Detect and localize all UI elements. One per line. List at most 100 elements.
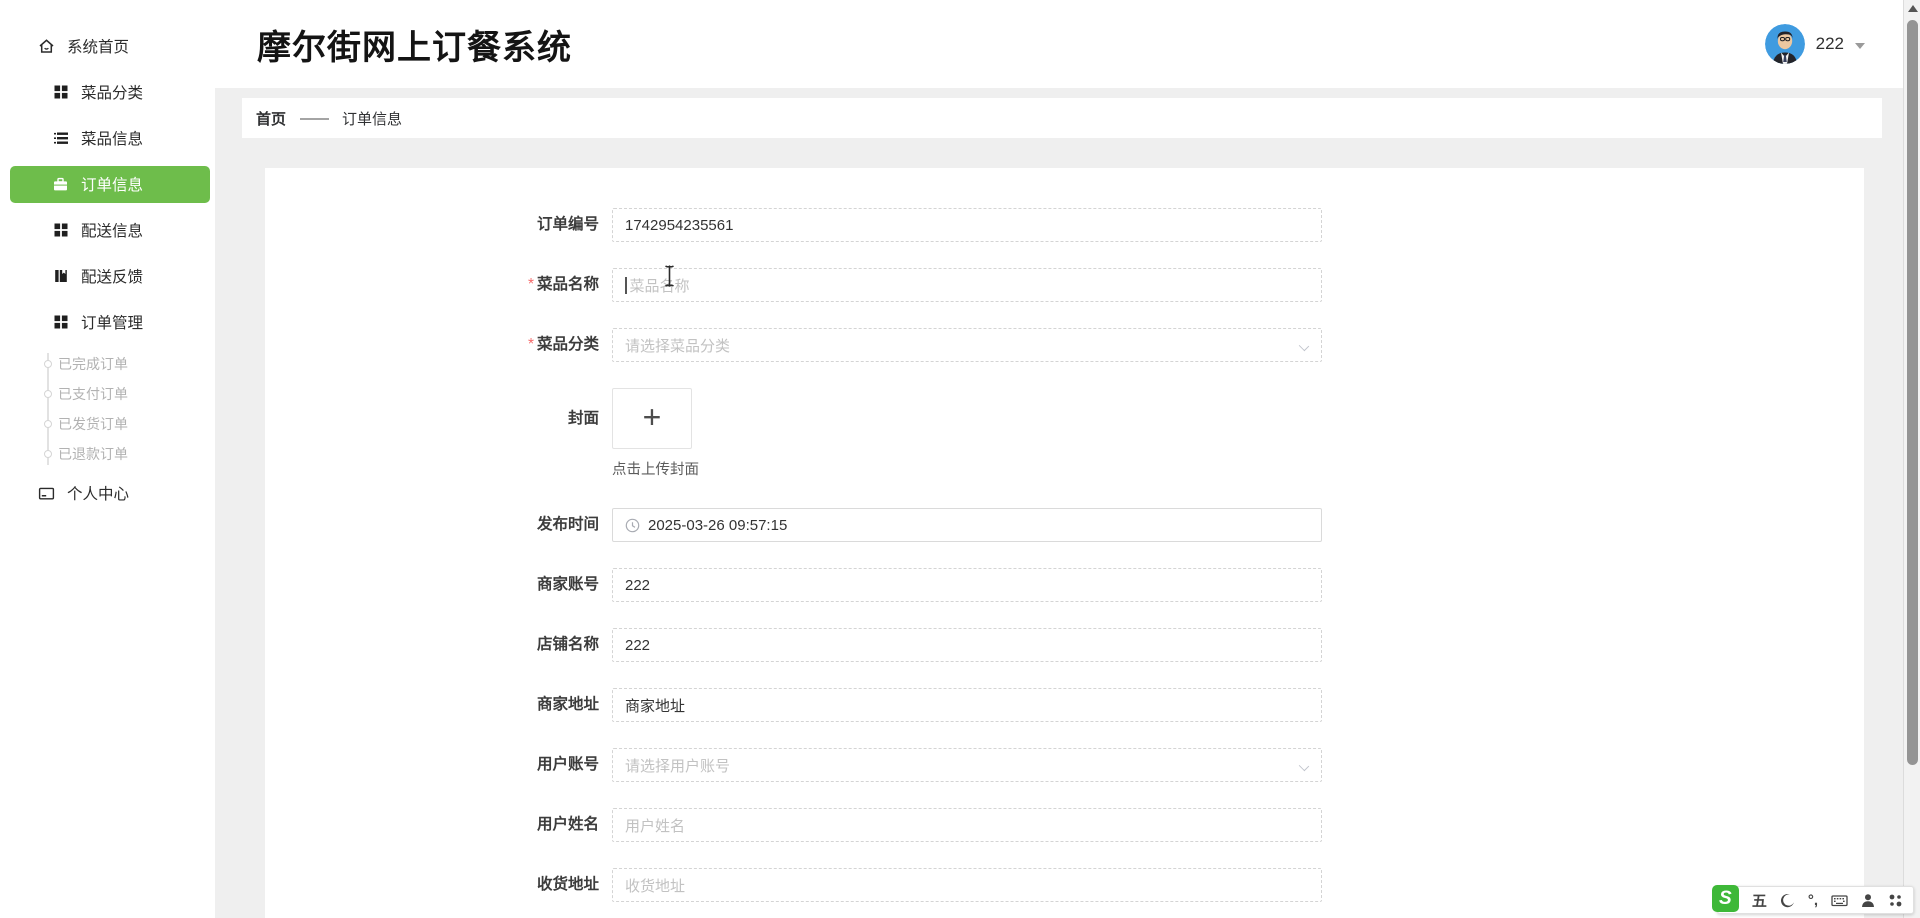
sidebar-item-dish-category[interactable]: 菜品分类 — [0, 69, 215, 115]
form-row-user-account: 用户账号 请选择用户账号 — [265, 748, 1864, 782]
text-caret — [625, 276, 627, 294]
scroll-up-arrow-icon[interactable] — [1907, 5, 1918, 12]
breadcrumb-current: 订单信息 — [342, 110, 403, 128]
form-row-merchant-account: 商家账号 222 — [265, 568, 1864, 602]
form-row-cover: 封面 + 点击上传封面 — [265, 388, 1864, 479]
vertical-scrollbar[interactable] — [1903, 0, 1920, 918]
user-name-input[interactable]: 用户姓名 — [612, 808, 1322, 842]
sidebar-item-label: 个人中心 — [67, 486, 130, 503]
form-row-shipping-address: 收货地址 收货地址 — [265, 868, 1864, 902]
field-label: 订单编号 — [536, 216, 599, 233]
merchant-address-input[interactable]: 商家地址 — [612, 688, 1322, 722]
form-row-dish-name: * 菜品名称 菜品名称 — [265, 265, 1864, 302]
shop-name-input[interactable]: 222 — [612, 628, 1322, 662]
user-account-select[interactable]: 请选择用户账号 — [612, 748, 1322, 782]
grid-icon — [52, 84, 69, 101]
briefcase-icon — [52, 176, 69, 193]
cover-upload-button[interactable]: + — [612, 388, 692, 449]
sidebar-item-personal-center[interactable]: 个人中心 — [0, 473, 215, 513]
person-icon[interactable] — [1861, 893, 1875, 908]
field-label: 发布时间 — [536, 516, 599, 533]
form-row-dish-category: * 菜品分类 请选择菜品分类 — [265, 328, 1864, 362]
scrollbar-thumb[interactable] — [1906, 20, 1918, 765]
list-icon — [52, 130, 69, 147]
field-label: 收货地址 — [536, 876, 599, 893]
home-icon — [38, 38, 55, 55]
dish-name-input[interactable]: 菜品名称 — [612, 265, 1322, 302]
field-label: 商家账号 — [536, 576, 599, 593]
publish-time-input[interactable]: 2025-03-26 09:57:15 — [612, 508, 1322, 542]
cover-upload-hint: 点击上传封面 — [612, 462, 699, 478]
sogou-logo-icon[interactable]: S — [1711, 885, 1739, 912]
user-account-placeholder: 请选择用户账号 — [625, 757, 731, 775]
field-label: * 菜品名称 — [527, 276, 599, 293]
dish-category-placeholder: 请选择菜品分类 — [625, 337, 731, 355]
merchant-account-input[interactable]: 222 — [612, 568, 1322, 602]
user-menu[interactable]: 222 — [1764, 24, 1865, 64]
sidebar-item-order-info[interactable]: 订单信息 — [10, 165, 210, 203]
sidebar-item-delivery-feedback[interactable]: 配送反馈 — [0, 253, 215, 299]
sidebar-item-order-manage[interactable]: 订单管理 — [0, 299, 215, 345]
sidebar-item-label: 菜品分类 — [81, 85, 144, 102]
user-name-placeholder: 用户姓名 — [625, 817, 686, 835]
field-label: 用户账号 — [536, 756, 599, 773]
moon-icon[interactable] — [1780, 893, 1795, 908]
chevron-down-icon — [1298, 340, 1310, 352]
sidebar-item-label: 配送反馈 — [81, 269, 144, 286]
field-label: * 菜品分类 — [527, 336, 599, 353]
shipping-address-placeholder: 收货地址 — [625, 877, 686, 895]
breadcrumb: 首页 —— 订单信息 — [242, 98, 1882, 138]
shipping-address-input[interactable]: 收货地址 — [612, 868, 1322, 902]
header: 摩尔街网上订餐系统 222 — [215, 0, 1903, 88]
sidebar-item-label: 系统首页 — [67, 39, 130, 56]
field-label: 封面 — [567, 410, 599, 427]
sidebar-item-system-home[interactable]: 系统首页 — [0, 23, 215, 69]
chevron-down-icon — [1855, 42, 1865, 49]
username-label: 222 — [1815, 34, 1844, 53]
card-icon — [38, 485, 55, 502]
sidebar-item-label: 订单信息 — [81, 177, 144, 194]
shop-name-value: 222 — [625, 636, 651, 654]
sidebar-subitem-paid-orders[interactable]: 已支付订单 — [44, 379, 215, 409]
form-row-shop-name: 店铺名称 222 — [265, 628, 1864, 662]
grid-icon — [52, 222, 69, 239]
sidebar-subitem-refunded-orders[interactable]: 已退款订单 — [44, 439, 215, 469]
order-no-value: 1742954235561 — [625, 216, 734, 234]
merchant-account-value: 222 — [625, 576, 651, 594]
sidebar-item-label: 配送信息 — [81, 223, 144, 240]
sidebar-item-delivery-info[interactable]: 配送信息 — [0, 207, 215, 253]
sidebar-item-label: 菜品信息 — [81, 131, 144, 148]
dish-category-select[interactable]: 请选择菜品分类 — [612, 328, 1322, 362]
book-icon — [52, 268, 69, 285]
chevron-down-icon — [1298, 760, 1310, 772]
order-manage-subnav: 已完成订单 已支付订单 已发货订单 已退款订单 — [44, 345, 215, 473]
field-label: 用户姓名 — [536, 816, 599, 833]
clock-icon — [625, 518, 640, 533]
avatar[interactable] — [1764, 24, 1805, 64]
merchant-address-value: 商家地址 — [625, 697, 686, 715]
sidebar-item-label: 订单管理 — [81, 315, 144, 332]
plus-icon: + — [642, 398, 662, 435]
breadcrumb-separator: —— — [300, 109, 329, 127]
apps-grid-icon[interactable] — [1888, 893, 1903, 908]
breadcrumb-home[interactable]: 首页 — [256, 108, 286, 129]
punctuation-icon[interactable]: °, — [1808, 892, 1818, 909]
field-label: 商家地址 — [536, 696, 599, 713]
sidebar-item-dish-info[interactable]: 菜品信息 — [0, 115, 215, 161]
ime-toolbar: S 五 °, — [1711, 885, 1914, 914]
ime-wubi-icon[interactable]: 五 — [1752, 890, 1767, 911]
dish-name-placeholder: 菜品名称 — [629, 277, 690, 295]
sidebar-subitem-shipped-orders[interactable]: 已发货订单 — [44, 409, 215, 439]
form-row-merchant-address: 商家地址 商家地址 — [265, 688, 1864, 722]
page-title: 摩尔街网上订餐系统 — [257, 28, 572, 67]
sidebar-subitem-completed-orders[interactable]: 已完成订单 — [44, 349, 215, 379]
form-row-publish-time: 发布时间 2025-03-26 09:57:15 — [265, 508, 1864, 542]
main-content: 首页 —— 订单信息 订单编号 1742954235561 * 菜品名称 菜品名称… — [215, 88, 1903, 918]
form-row-user-name: 用户姓名 用户姓名 — [265, 808, 1864, 842]
keyboard-icon[interactable] — [1831, 893, 1848, 908]
order-no-input[interactable]: 1742954235561 — [612, 208, 1322, 242]
form-card: 订单编号 1742954235561 * 菜品名称 菜品名称 * 菜品分类 请选择菜… — [265, 168, 1864, 918]
ibeam-cursor — [663, 264, 676, 292]
grid-icon — [52, 314, 69, 331]
field-label: 店铺名称 — [536, 636, 599, 653]
